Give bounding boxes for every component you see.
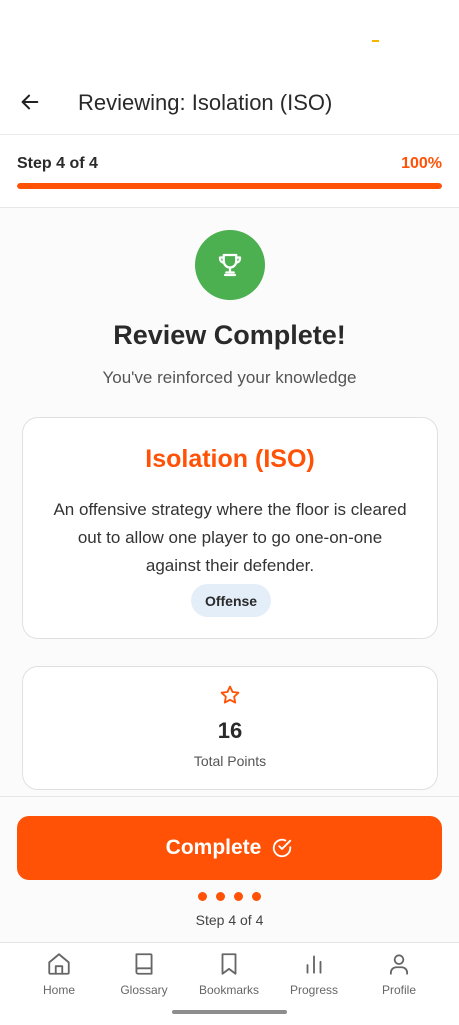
complete-button-label: Complete bbox=[165, 836, 262, 859]
step-dot bbox=[198, 892, 207, 901]
term-card: Isolation (ISO) An offensive strategy wh… bbox=[22, 417, 438, 639]
nav-label-progress: Progress bbox=[289, 983, 339, 997]
nav-item-home[interactable]: Home bbox=[15, 951, 103, 1009]
progress-percent: 100% bbox=[401, 155, 442, 172]
step-dot bbox=[252, 892, 261, 901]
footer: Complete Step 4 of 4 bbox=[0, 796, 459, 943]
bookmark-icon bbox=[221, 953, 237, 975]
home-icon bbox=[48, 953, 70, 975]
page-title: Reviewing: Isolation (ISO) bbox=[78, 90, 333, 115]
trophy-badge bbox=[195, 230, 265, 300]
nav-item-bookmarks[interactable]: Bookmarks bbox=[185, 951, 273, 1009]
footer-step-label: Step 4 of 4 bbox=[195, 912, 264, 928]
step-label: Step 4 of 4 bbox=[17, 155, 98, 172]
step-dots bbox=[0, 892, 459, 901]
points-label: Total Points bbox=[193, 753, 267, 769]
step-dot bbox=[216, 892, 225, 901]
arrow-left-icon bbox=[21, 94, 39, 110]
step-dot bbox=[234, 892, 243, 901]
nav-item-progress[interactable]: Progress bbox=[270, 951, 358, 1009]
book-icon bbox=[135, 953, 153, 975]
back-button[interactable] bbox=[12, 84, 48, 120]
home-indicator bbox=[172, 1010, 287, 1014]
complete-button[interactable]: Complete bbox=[17, 816, 442, 880]
nav-item-profile[interactable]: Profile bbox=[355, 951, 443, 1009]
check-circle-icon bbox=[273, 838, 292, 858]
points-value: 16 bbox=[217, 718, 243, 743]
bar-chart-icon bbox=[306, 955, 322, 974]
trophy-icon bbox=[218, 253, 242, 277]
nav-label-profile: Profile bbox=[381, 983, 416, 997]
review-content: Review Complete! You've reinforced your … bbox=[0, 208, 459, 796]
completion-headline: Review Complete! bbox=[113, 320, 346, 350]
bottom-nav: Home Glossary Bookmarks Progress Profile bbox=[0, 942, 459, 1025]
completion-subline: You've reinforced your knowledge bbox=[102, 368, 357, 387]
nav-item-glossary[interactable]: Glossary bbox=[100, 951, 188, 1009]
star-icon bbox=[220, 685, 240, 704]
profile-icon bbox=[389, 954, 409, 975]
progress-bar-fill bbox=[17, 183, 442, 189]
review-progress: Step 4 of 4 100% bbox=[0, 135, 459, 208]
progress-bar bbox=[17, 183, 442, 189]
category-tag: Offense bbox=[191, 584, 271, 617]
app-bar: Reviewing: Isolation (ISO) bbox=[0, 64, 459, 135]
points-card: 16 Total Points bbox=[22, 666, 438, 790]
nav-label-home: Home bbox=[42, 983, 75, 997]
term-title: Isolation (ISO) bbox=[145, 445, 315, 473]
status-bar bbox=[0, 0, 459, 64]
term-description: An offensive strategy where the floor is… bbox=[53, 500, 407, 575]
status-indicator bbox=[372, 40, 379, 42]
nav-label-bookmarks: Bookmarks bbox=[198, 983, 260, 997]
nav-label-glossary: Glossary bbox=[120, 983, 168, 997]
